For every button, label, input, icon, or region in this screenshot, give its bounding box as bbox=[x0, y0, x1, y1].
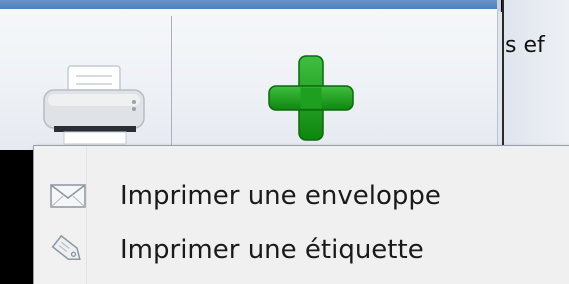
ribbon-separator bbox=[171, 16, 172, 150]
plus-icon bbox=[268, 55, 354, 141]
print-button[interactable] bbox=[0, 12, 172, 150]
background-window-edge bbox=[502, 0, 504, 150]
print-dropdown-menu: Imprimer une enveloppe Imprimer une étiq… bbox=[33, 145, 569, 284]
screen: s ef Imprimer une enveloppe Imprimer une… bbox=[0, 0, 569, 284]
window-edge bbox=[497, 0, 501, 12]
background-window bbox=[502, 0, 569, 150]
menu-item-print-envelope[interactable]: Imprimer une enveloppe bbox=[36, 174, 569, 218]
printer-icon bbox=[43, 65, 145, 145]
menu-item-label: Imprimer une enveloppe bbox=[120, 181, 441, 211]
title-bar bbox=[0, 0, 497, 9]
menu-item-print-label[interactable]: Imprimer une étiquette bbox=[36, 228, 569, 272]
app-window bbox=[0, 0, 500, 150]
menu-item-label: Imprimer une étiquette bbox=[120, 235, 424, 265]
tag-icon bbox=[51, 234, 81, 260]
envelope-icon bbox=[50, 184, 86, 208]
background-window-text: s ef bbox=[505, 33, 545, 58]
